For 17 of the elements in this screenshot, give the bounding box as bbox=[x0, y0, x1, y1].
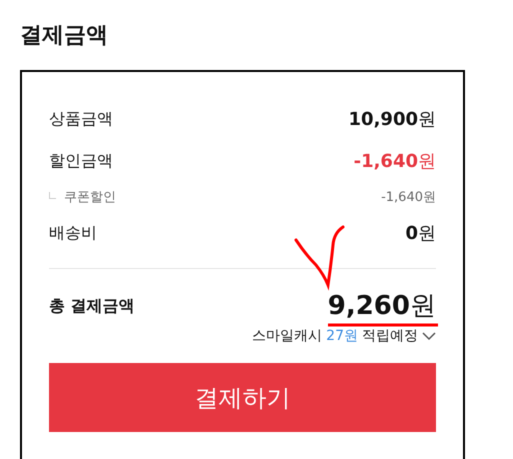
total-amount: 9,260원 bbox=[328, 291, 436, 321]
row-amount: -1,640원 bbox=[354, 150, 436, 173]
row-label: 상품금액 bbox=[49, 108, 113, 130]
row-label: 할인금액 bbox=[49, 150, 113, 172]
total-label: 총 결제금액 bbox=[49, 296, 135, 316]
cashback-suffix: 적립예정 bbox=[362, 327, 418, 345]
cashback-label: 스마일캐시 bbox=[252, 327, 322, 345]
indent-mark-icon bbox=[49, 192, 56, 198]
row-label: 배송비 bbox=[49, 222, 97, 244]
row-amount: 10,900원 bbox=[348, 108, 436, 131]
row-amount: -1,640원 bbox=[381, 189, 436, 206]
section-title: 결제금액 bbox=[20, 22, 109, 50]
chevron-down-icon[interactable] bbox=[422, 332, 436, 340]
cashback-amount: 27원 bbox=[326, 327, 358, 345]
row-label: 쿠폰할인 bbox=[64, 189, 116, 206]
row-amount: 0원 bbox=[405, 222, 436, 245]
pay-button[interactable]: 결제하기 bbox=[49, 363, 436, 432]
